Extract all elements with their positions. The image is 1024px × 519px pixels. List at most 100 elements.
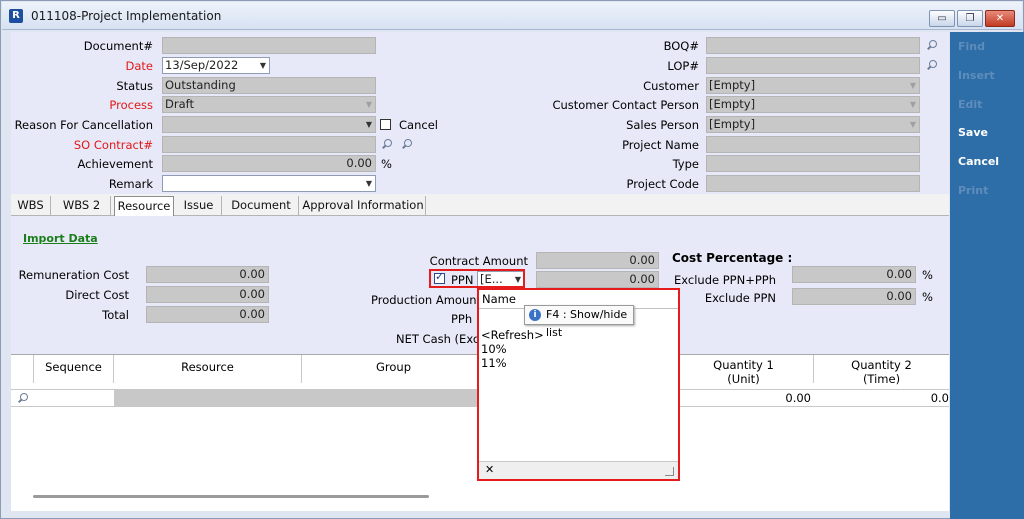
exclude-ppn-label: Exclude PPN — [704, 291, 776, 305]
find-button[interactable]: Find — [958, 40, 985, 53]
tab-issue[interactable]: Issue — [176, 196, 222, 216]
column-header-quantity-2[interactable]: Quantity 2 (Time) — [814, 355, 949, 386]
lop-label: LOP# — [667, 59, 699, 73]
remuneration-value: 0.00 — [239, 267, 265, 281]
remark-dropdown-icon[interactable]: ▼ — [366, 176, 372, 191]
close-button[interactable]: ✕ — [985, 10, 1015, 27]
sales-dropdown-icon: ▼ — [909, 120, 916, 129]
project-code-label: Project Code — [626, 177, 699, 191]
list-item-11-percent[interactable]: 11% — [481, 356, 507, 370]
cost-percentage-label: Cost Percentage : — [672, 251, 793, 265]
column-header-resource[interactable]: Resource — [114, 355, 302, 383]
remark-field[interactable]: ▼ — [162, 175, 376, 192]
application-window: R 011108-Project Implementation ▭ ❐ ✕ Do… — [0, 0, 1024, 519]
sales-label: Sales Person — [626, 118, 699, 132]
window-title: 011108-Project Implementation — [31, 9, 222, 23]
header-form: Document# Date 13/Sep/2022 ▼ Status Outs… — [11, 32, 949, 194]
status-value: Outstanding — [165, 78, 236, 92]
insert-button[interactable]: Insert — [958, 69, 995, 82]
column-header-quantity-1[interactable]: Quantity 1 (Unit) — [674, 355, 814, 386]
quantity-1-title: Quantity 1 — [713, 358, 774, 372]
restore-button[interactable]: ❐ — [957, 10, 983, 27]
column-header-group[interactable]: Group — [302, 355, 486, 383]
remark-label: Remark — [108, 177, 153, 191]
exclude-ppn-pph-value: 0.00 — [886, 267, 912, 281]
cancel-button[interactable]: Cancel — [958, 155, 999, 168]
contract-amount-value: 0.00 — [629, 253, 655, 267]
action-sidebar: Find Insert Edit Save Cancel Print — [950, 32, 1024, 519]
list-item-10-percent[interactable]: 10% — [481, 342, 507, 356]
f4-tooltip: i F4 : Show/hide list — [524, 305, 634, 339]
tab-wbs[interactable]: WBS — [11, 196, 51, 216]
resize-grip-icon[interactable] — [665, 467, 674, 476]
so-contract-field[interactable] — [162, 136, 376, 153]
search-icon[interactable] — [926, 40, 937, 51]
cancel-checkbox[interactable] — [380, 119, 391, 130]
so-contract-label: SO Contract# — [73, 138, 153, 152]
ppn-highlight-box — [429, 269, 525, 288]
contact-value: [Empty] — [709, 97, 756, 111]
contract-amount-field: 0.00 — [536, 252, 659, 269]
date-dropdown-icon[interactable]: ▼ — [260, 58, 266, 73]
tab-wbs-2[interactable]: WBS 2 — [53, 196, 111, 216]
app-logo-icon: R — [9, 9, 23, 23]
date-label: Date — [125, 59, 154, 73]
tab-resource[interactable]: Resource — [114, 196, 174, 216]
direct-cost-label: Direct Cost — [65, 288, 129, 302]
type-field[interactable] — [706, 155, 920, 172]
exclude-ppn-field: 0.00 — [792, 288, 916, 305]
reason-dropdown-icon[interactable]: ▼ — [366, 117, 372, 132]
contact-field[interactable]: [Empty] ▼ — [706, 96, 920, 113]
tooltip-text: F4 : Show/hide list — [546, 308, 628, 339]
sales-field[interactable]: [Empty] ▼ — [706, 116, 920, 133]
achievement-value: 0.00 — [346, 156, 372, 170]
list-footer: ✕ — [479, 461, 678, 479]
customer-label: Customer — [643, 79, 699, 93]
project-code-field[interactable] — [706, 175, 920, 192]
tab-document[interactable]: Document — [224, 196, 299, 216]
print-button[interactable]: Print — [958, 184, 988, 197]
exclude-ppn-value: 0.00 — [886, 289, 912, 303]
exclude-ppn-unit: % — [922, 290, 933, 304]
reason-field[interactable]: ▼ — [162, 116, 376, 133]
search-icon[interactable] — [401, 139, 412, 150]
minimize-button[interactable]: ▭ — [929, 10, 955, 27]
customer-field[interactable]: [Empty] ▼ — [706, 77, 920, 94]
filter-cell-resource[interactable] — [114, 390, 486, 406]
pph-label: PPh — [451, 312, 473, 326]
project-name-label: Project Name — [622, 138, 699, 152]
date-value: 13/Sep/2022 — [165, 58, 239, 72]
contact-label: Customer Contact Person — [552, 98, 699, 112]
ppn-amount-value: 0.00 — [629, 272, 655, 286]
save-button[interactable]: Save — [958, 126, 988, 139]
horizontal-scrollbar[interactable] — [33, 495, 429, 498]
document-number-field[interactable] — [162, 37, 376, 54]
customer-value: [Empty] — [709, 78, 756, 92]
status-label: Status — [116, 79, 153, 93]
process-field[interactable]: Draft ▼ — [162, 96, 376, 113]
document-label: Document# — [83, 39, 153, 53]
search-icon[interactable] — [926, 60, 937, 71]
type-label: Type — [672, 157, 699, 171]
process-dropdown-icon: ▼ — [365, 100, 372, 109]
import-data-link[interactable]: Import Data — [23, 232, 98, 245]
net-cash-label: NET Cash (Excl — [396, 332, 483, 346]
remuneration-field: 0.00 — [146, 266, 269, 283]
boq-field[interactable] — [706, 37, 920, 54]
remuneration-label: Remuneration Cost — [18, 268, 129, 282]
exclude-ppn-pph-field: 0.00 — [792, 266, 916, 283]
lop-field[interactable] — [706, 57, 920, 74]
edit-button[interactable]: Edit — [958, 98, 982, 111]
column-header-sequence[interactable]: Sequence — [34, 355, 114, 383]
direct-cost-field: 0.00 — [146, 286, 269, 303]
tab-approval-information[interactable]: Approval Information — [301, 196, 426, 216]
total-label: Total — [102, 308, 129, 322]
date-field[interactable]: 13/Sep/2022 ▼ — [162, 57, 270, 74]
direct-cost-value: 0.00 — [239, 287, 265, 301]
filter-search-icon[interactable] — [17, 393, 28, 404]
process-value: Draft — [165, 97, 194, 111]
project-name-field[interactable] — [706, 136, 920, 153]
list-item-refresh[interactable]: <Refresh> — [481, 328, 544, 342]
search-icon[interactable] — [381, 139, 392, 150]
close-list-icon[interactable]: ✕ — [485, 463, 494, 476]
